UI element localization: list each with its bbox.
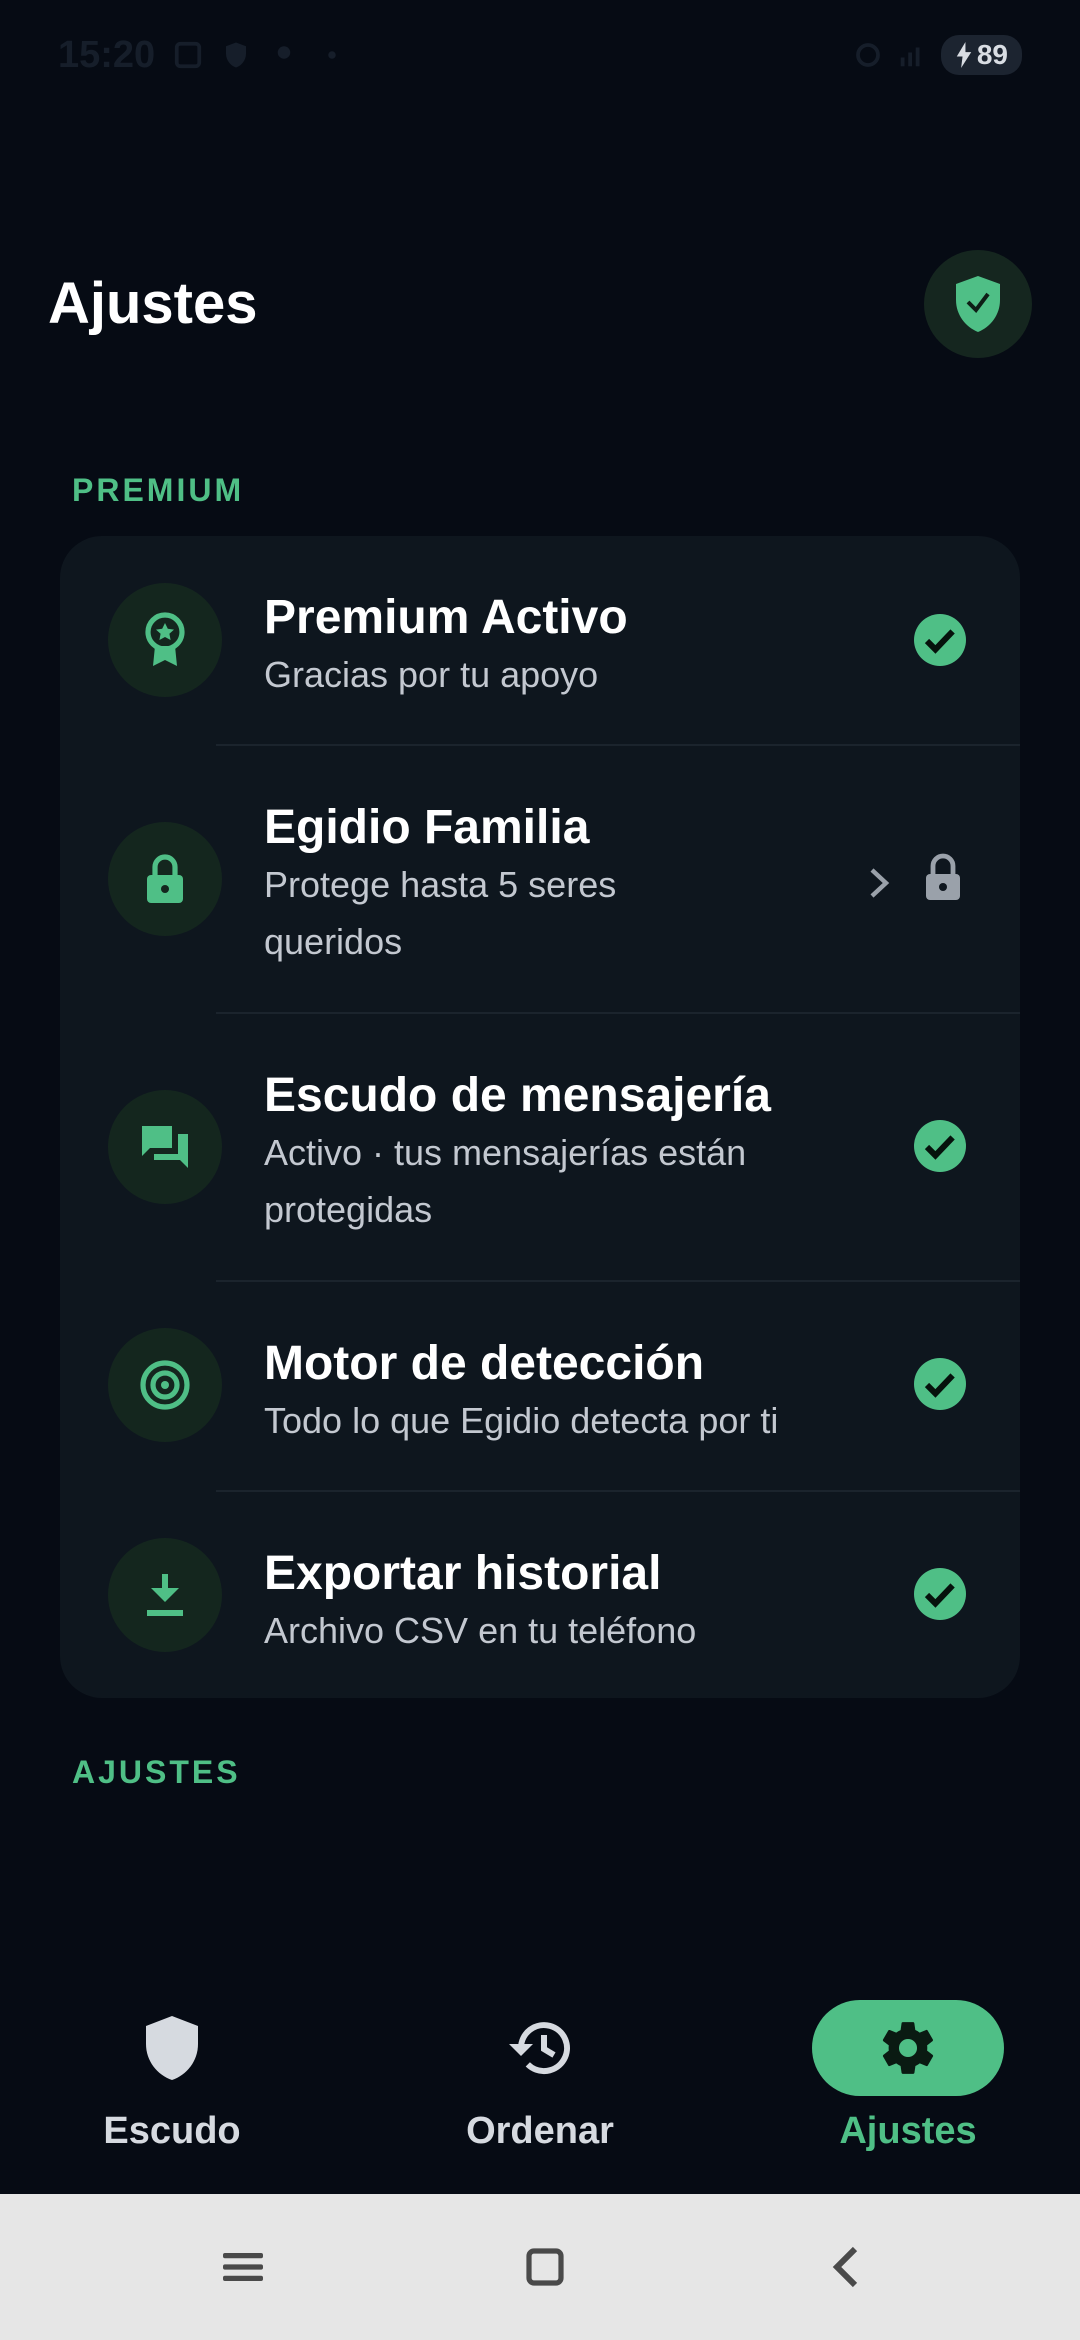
locked-status-icon	[926, 853, 960, 900]
row-title: Egidio Familia	[264, 801, 590, 854]
section-label-premium: PREMIUM	[72, 472, 245, 508]
section-label-ajustes: AJUSTES	[72, 1754, 241, 1790]
shield-check-icon	[956, 276, 1000, 332]
menu-button[interactable]	[210, 2234, 276, 2300]
home-square-icon	[526, 2248, 564, 2286]
chat-icon	[142, 1126, 188, 1168]
shield-status-icon	[226, 42, 247, 68]
target-icon-container	[108, 1328, 222, 1442]
row-title: Escudo de mensajería	[264, 1069, 771, 1122]
shield-status-button[interactable]	[924, 250, 1032, 358]
row-subtitle: Gracias por tu apoyo	[264, 654, 599, 695]
row-title: Motor de detección	[264, 1337, 705, 1390]
row-subtitle: Todo lo que Egidio detecta por ti	[264, 1400, 779, 1441]
list-item-escudo-mensajeria[interactable]: Escudo de mensajería Activo · tus mensaj…	[60, 1014, 1020, 1280]
list-item-motor-deteccion[interactable]: Motor de detección Todo lo que Egidio de…	[60, 1282, 1020, 1490]
system-navigation-bar	[0, 2194, 1080, 2340]
download-icon-container	[108, 1538, 222, 1652]
nav-icon-container-active	[812, 2000, 1004, 2096]
nav-item-escudo[interactable]: Escudo	[22, 1990, 322, 2190]
gear-icon	[882, 2022, 934, 2074]
nav-label: Ordenar	[466, 2110, 614, 2152]
premium-card: Premium Activo Gracias por tu apoyo Egid…	[60, 536, 1020, 1698]
location-icon	[277, 46, 291, 59]
nav-label-active: Ajustes	[839, 2110, 977, 2152]
row-subtitle: Protege hasta 5 seres queridos	[264, 864, 617, 962]
charging-icon	[956, 42, 972, 68]
list-item-premium-activo[interactable]: Premium Activo Gracias por tu apoyo	[60, 536, 1020, 744]
shield-icon	[146, 2016, 198, 2080]
header: Ajustes	[0, 240, 1080, 360]
battery-level: 89	[976, 39, 1008, 70]
screenshot-icon	[175, 41, 202, 69]
status-bar: 15:20 89	[0, 0, 1080, 110]
award-icon	[145, 612, 185, 666]
dot-icon	[328, 51, 336, 59]
back-chevron-icon	[832, 2246, 858, 2288]
home-button[interactable]	[512, 2234, 578, 2300]
lock-icon-container	[108, 822, 222, 936]
lock-icon	[147, 854, 183, 903]
list-item-egidio-familia[interactable]: Egidio Familia Protege hasta 5 seres que…	[60, 746, 1020, 1012]
nav-label: Escudo	[103, 2110, 241, 2152]
award-icon-container	[108, 583, 222, 697]
row-subtitle: Activo · tus mensajerías están protegida…	[264, 1132, 747, 1230]
history-icon	[509, 2022, 570, 2075]
nav-icon-container	[76, 2000, 268, 2096]
row-subtitle: Archivo CSV en tu teléfono	[264, 1610, 697, 1651]
nav-item-ajustes[interactable]: Ajustes	[758, 1990, 1058, 2190]
signal-icon	[900, 47, 920, 67]
download-icon	[147, 1574, 183, 1616]
page-title: Ajustes	[48, 271, 258, 336]
battery-indicator: 89	[940, 35, 1022, 75]
list-item-exportar-historial[interactable]: Exportar historial Archivo CSV en tu tel…	[60, 1492, 1020, 1698]
check-icon	[914, 1120, 966, 1172]
headset-icon	[855, 43, 880, 67]
nav-icon-container	[444, 2000, 636, 2096]
chat-icon-container	[108, 1090, 222, 1204]
chevron-right-icon	[870, 868, 890, 898]
row-title: Premium Activo	[264, 591, 628, 644]
row-title: Exportar historial	[264, 1547, 662, 1600]
target-icon	[140, 1360, 190, 1410]
nav-item-ordenar[interactable]: Ordenar	[390, 1990, 690, 2190]
menu-icon	[223, 2253, 263, 2281]
check-icon	[914, 1358, 966, 1410]
back-button[interactable]	[814, 2234, 880, 2300]
check-icon	[914, 614, 966, 666]
status-time: 15:20	[58, 33, 156, 76]
check-icon	[914, 1568, 966, 1620]
bottom-navigation: Escudo Ordenar Ajustes	[0, 1980, 1080, 2194]
